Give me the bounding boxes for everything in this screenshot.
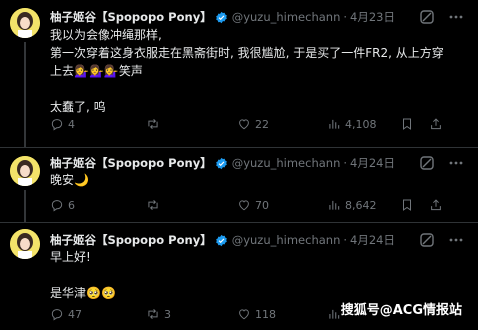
views-button[interactable]: 4,108 bbox=[327, 115, 377, 133]
tweet-text-line: 上去💁‍♀️💁‍♀️💁‍♀️笑声 bbox=[50, 64, 143, 78]
views-button[interactable]: 8,642 bbox=[327, 196, 377, 214]
tweet-header: 柚子姬谷【Spopopo Pony】 @yuzu_himechann · 4月2… bbox=[50, 231, 395, 249]
tweet-actions: 4 22 4,108 bbox=[50, 115, 468, 133]
reply-icon bbox=[51, 200, 63, 212]
views-chart-icon bbox=[329, 309, 340, 319]
like-button[interactable]: 22 bbox=[237, 115, 269, 133]
thread-line bbox=[24, 42, 26, 148]
share-icon bbox=[431, 118, 441, 130]
separator-dot: · bbox=[343, 156, 348, 170]
handle[interactable]: @yuzu_himechann bbox=[232, 233, 341, 247]
bookmark-button[interactable] bbox=[400, 115, 414, 133]
heart-icon bbox=[239, 309, 249, 320]
tweet-text: 晚安🌙 bbox=[50, 171, 450, 189]
view-count: 4,108 bbox=[345, 117, 377, 131]
bookmark-button[interactable] bbox=[400, 196, 414, 214]
reply-button[interactable]: 47 bbox=[50, 305, 82, 323]
reply-icon bbox=[51, 119, 63, 131]
like-count: 70 bbox=[255, 198, 269, 212]
more-icon[interactable] bbox=[448, 155, 464, 171]
tweet[interactable]: 柚子姬谷【Spopopo Pony】 @yuzu_himechann · 4月2… bbox=[0, 148, 478, 222]
tweet-text-line: 晚安🌙 bbox=[50, 173, 89, 187]
retweet-icon bbox=[148, 118, 158, 130]
share-button[interactable] bbox=[429, 115, 443, 133]
retweet-icon bbox=[148, 199, 158, 211]
reply-button[interactable]: 4 bbox=[50, 115, 75, 133]
thread-line bbox=[24, 190, 26, 222]
like-button[interactable]: 70 bbox=[237, 196, 269, 214]
tweet-text: 早上好! 是华津🥺🥺 bbox=[50, 248, 450, 302]
tweet-text-line: 早上好! bbox=[50, 250, 91, 264]
bookmark-icon bbox=[403, 118, 411, 130]
avatar[interactable] bbox=[10, 156, 40, 186]
tweet-text-line: 第一次穿着这身衣服走在黑斋街时, 我很尴尬, 于是买了一件FR2, 从上方穿 bbox=[50, 46, 444, 60]
like-count: 118 bbox=[255, 307, 276, 321]
tweet-text: 我以为会像冲绳那样, 第一次穿着这身衣服走在黑斋街时, 我很尴尬, 于是买了一件… bbox=[50, 26, 450, 116]
retweet-icon bbox=[148, 308, 158, 320]
tweet-text-line: 我以为会像冲绳那样, bbox=[50, 28, 162, 42]
separator-dot: · bbox=[343, 233, 348, 247]
share-button[interactable] bbox=[429, 196, 443, 214]
separator-dot: · bbox=[343, 10, 348, 24]
views-chart-icon bbox=[329, 119, 340, 129]
retweet-button[interactable]: 3 bbox=[146, 305, 171, 323]
retweet-count: 3 bbox=[164, 307, 171, 321]
verified-badge-icon bbox=[215, 11, 228, 24]
display-name[interactable]: 柚子姬谷【Spopopo Pony】 bbox=[50, 232, 212, 248]
tweet-header: 柚子姬谷【Spopopo Pony】 @yuzu_himechann · 4月2… bbox=[50, 154, 395, 172]
views-chart-icon bbox=[329, 200, 340, 210]
retweet-button[interactable] bbox=[146, 196, 164, 214]
display-name[interactable]: 柚子姬谷【Spopopo Pony】 bbox=[50, 9, 212, 25]
grok-icon[interactable] bbox=[419, 155, 435, 171]
reply-count: 4 bbox=[68, 117, 75, 131]
grok-icon[interactable] bbox=[419, 9, 435, 25]
share-icon bbox=[431, 199, 441, 211]
tweet-text-line bbox=[50, 266, 450, 284]
avatar[interactable] bbox=[10, 229, 40, 259]
tweet[interactable]: 柚子姬谷【Spopopo Pony】 @yuzu_himechann · 4月2… bbox=[0, 0, 478, 148]
bookmark-icon bbox=[403, 199, 411, 211]
avatar[interactable] bbox=[10, 8, 40, 38]
tweet-text-line: 太蠢了, 呜 bbox=[50, 100, 106, 114]
reply-count: 47 bbox=[68, 307, 82, 321]
reply-count: 6 bbox=[68, 198, 75, 212]
heart-icon bbox=[239, 119, 249, 130]
verified-badge-icon bbox=[215, 234, 228, 247]
grok-icon[interactable] bbox=[419, 232, 435, 248]
display-name[interactable]: 柚子姬谷【Spopopo Pony】 bbox=[50, 155, 212, 171]
handle[interactable]: @yuzu_himechann bbox=[232, 10, 341, 24]
verified-badge-icon bbox=[215, 157, 228, 170]
handle[interactable]: @yuzu_himechann bbox=[232, 156, 341, 170]
timestamp[interactable]: 4月24日 bbox=[350, 155, 395, 171]
retweet-button[interactable] bbox=[146, 115, 164, 133]
more-icon[interactable] bbox=[448, 9, 464, 25]
more-icon[interactable] bbox=[448, 232, 464, 248]
tweet-actions: 6 70 8,642 bbox=[50, 196, 468, 214]
like-button[interactable]: 118 bbox=[237, 305, 276, 323]
view-count: 8,642 bbox=[345, 198, 377, 212]
timestamp[interactable]: 4月23日 bbox=[350, 9, 395, 25]
reply-button[interactable]: 6 bbox=[50, 196, 75, 214]
tweet-header: 柚子姬谷【Spopopo Pony】 @yuzu_himechann · 4月2… bbox=[50, 8, 395, 26]
watermark: 搜狐号@ACG情报站 bbox=[340, 303, 462, 318]
heart-icon bbox=[239, 200, 249, 211]
timestamp[interactable]: 4月24日 bbox=[350, 232, 395, 248]
reply-icon bbox=[51, 309, 63, 321]
like-count: 22 bbox=[255, 117, 269, 131]
tweet-text-line bbox=[50, 80, 450, 98]
